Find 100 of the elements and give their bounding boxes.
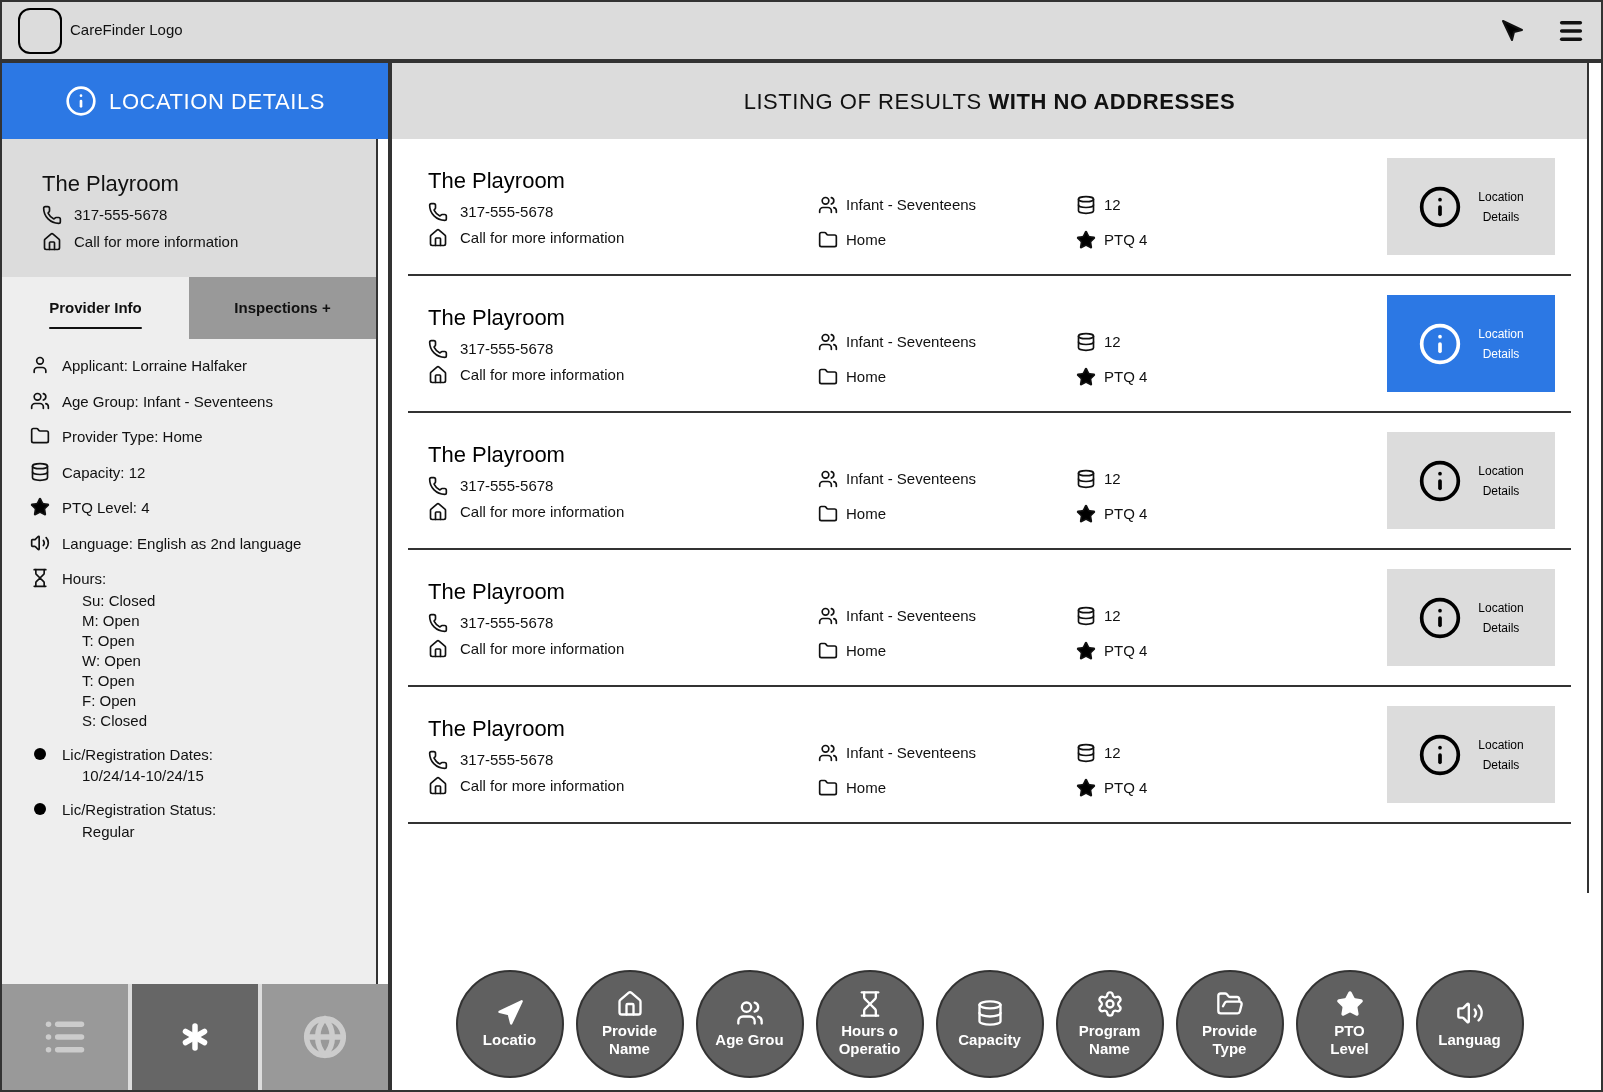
address-text: Call for more information [74, 231, 239, 252]
address-text: Call for more information [460, 639, 625, 659]
provider-name: The Playroom [428, 166, 566, 195]
logo-text: CareFinder Logo [70, 20, 183, 41]
database-icon [30, 461, 50, 482]
address-text: Call for more information [460, 776, 625, 796]
location-button[interactable] [1501, 18, 1525, 43]
filter-button[interactable]: Age Grou [695, 970, 804, 1078]
house-icon [428, 639, 448, 660]
bullet-icon [34, 747, 46, 760]
detail-text: Applicant: Lorraine Halfaker [62, 356, 248, 376]
address-text: Call for more information [460, 228, 625, 248]
provider-type-text: Home [846, 366, 886, 387]
age-group-text: Infant - Seventeens [846, 195, 977, 215]
children-icon [818, 606, 838, 627]
house-icon [42, 231, 62, 252]
phone-icon [428, 338, 448, 359]
capacity-text: 12 [1104, 469, 1121, 489]
folder-icon [30, 426, 50, 446]
detail-text: Hours: [62, 569, 108, 589]
capacity-text: 12 [1104, 195, 1121, 215]
globe-icon [303, 1015, 347, 1059]
star-icon [1076, 640, 1096, 661]
database-icon [1076, 469, 1096, 490]
phone-icon [428, 475, 448, 496]
location-details-button[interactable]: Location Details [1387, 295, 1555, 392]
detail-line: W: Open [81, 650, 142, 671]
info-icon [1418, 732, 1463, 777]
database-icon [1076, 195, 1096, 216]
person-icon [30, 355, 50, 375]
provider-type-text: Home [846, 503, 886, 524]
hourglass-icon [30, 568, 50, 588]
detail-text: Age Group: Infant - Seventeens [62, 391, 273, 412]
folder-icon [818, 640, 838, 661]
children-icon [818, 195, 838, 216]
detail-line: T: Open [81, 630, 136, 651]
filter-button[interactable]: PTO Level [1295, 970, 1404, 1078]
database-icon [975, 999, 1004, 1027]
database-icon [1076, 606, 1096, 627]
house-icon [615, 990, 644, 1018]
bottom-tab[interactable] [132, 984, 258, 1090]
gear-icon [1095, 990, 1124, 1018]
house-icon [428, 502, 448, 523]
database-icon [1076, 332, 1096, 353]
phone-number: 317-555-5678 [460, 475, 554, 496]
age-group-text: Infant - Seventeens [846, 606, 977, 626]
detail-line: F: Open [81, 690, 138, 711]
filter-button[interactable]: Program Name [1055, 970, 1164, 1078]
location-details-button[interactable]: Location Details [1387, 706, 1555, 803]
info-icon [1418, 321, 1463, 366]
speaker-icon [30, 532, 50, 553]
star-icon [1076, 229, 1096, 250]
detail-text: Provider Type: Home [62, 427, 203, 447]
location-details-button[interactable]: Location Details [1387, 158, 1555, 255]
star-icon [1076, 366, 1096, 387]
filter-button[interactable]: Hours o Operatio [815, 970, 924, 1078]
folder-icon [818, 777, 838, 798]
ptq-text: PTQ 4 [1104, 640, 1148, 661]
info-icon [1418, 458, 1463, 503]
address-text: Call for more information [460, 502, 625, 522]
detail-line: 10/24/14-10/24/15 [81, 766, 205, 786]
house-icon [428, 776, 448, 797]
age-group-text: Infant - Seventeens [846, 469, 977, 489]
filter-button[interactable]: Provide Type [1175, 970, 1284, 1078]
location-details-button[interactable]: Location Details [1387, 432, 1555, 529]
location-details-button[interactable]: Location Details [1387, 569, 1555, 666]
provider-name: The Playroom [428, 577, 566, 606]
star-icon [1076, 503, 1096, 524]
filter-button[interactable]: Languag [1415, 970, 1524, 1078]
ptq-text: PTQ 4 [1104, 229, 1148, 250]
provider-name: The Playroom [428, 303, 566, 332]
filter-button[interactable]: Provide Name [575, 970, 684, 1078]
filter-button[interactable]: Locatio [455, 970, 564, 1078]
detail-text: Language: English as 2nd language [62, 533, 302, 554]
age-group-text: Infant - Seventeens [846, 332, 977, 352]
info-icon [1418, 595, 1463, 640]
detail-line: T: Open [81, 670, 136, 691]
capacity-text: 12 [1104, 606, 1121, 626]
phone-icon [428, 201, 448, 222]
folder-icon [818, 229, 838, 250]
address-text: Call for more information [460, 365, 625, 385]
detail-text: PTQ Level: 4 [62, 498, 150, 518]
provider-name: The Playroom [428, 714, 566, 743]
logo-placeholder [18, 7, 62, 54]
phone-number: 317-555-5678 [74, 205, 168, 225]
detail-text: Capacity: 12 [62, 462, 146, 483]
age-group-text: Infant - Seventeens [846, 743, 977, 763]
provider-name: The Playroom [428, 440, 566, 469]
capacity-text: 12 [1104, 332, 1121, 352]
children-icon [818, 332, 838, 353]
bullet-icon [34, 803, 46, 815]
tab[interactable]: Inspections + [189, 277, 376, 339]
phone-number: 317-555-5678 [460, 612, 554, 633]
detail-line: Su: Closed [81, 590, 156, 611]
detail-text: Lic/Registration Status: [62, 800, 217, 820]
info-icon [65, 85, 98, 117]
children-icon [30, 390, 50, 411]
star-icon [1335, 990, 1364, 1018]
folder-icon [818, 366, 838, 387]
filter-button[interactable]: Capacity [935, 970, 1044, 1078]
